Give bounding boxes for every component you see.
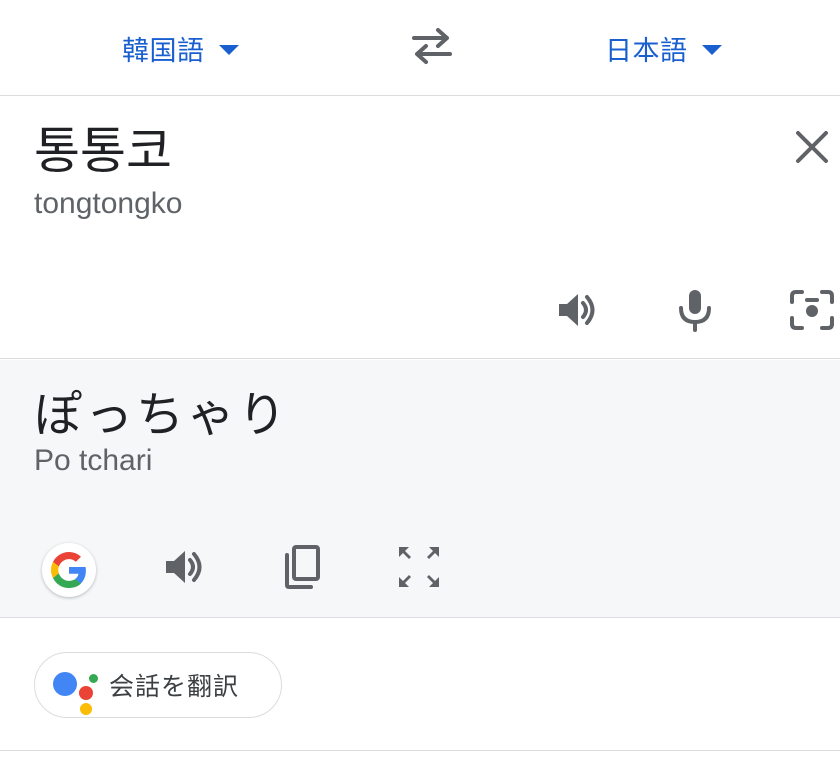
source-language-selector[interactable]: 韓国語	[122, 26, 239, 70]
swap-languages-icon[interactable]	[406, 24, 458, 68]
chevron-down-icon	[218, 45, 239, 55]
result-panel: ぽっちゃり Po tchari	[0, 360, 840, 618]
close-icon[interactable]	[792, 127, 832, 167]
camera-button[interactable]	[788, 285, 838, 335]
translate-conversation-label: 会話を翻訳	[109, 672, 240, 701]
microphone-button[interactable]	[670, 285, 720, 335]
result-text: ぽっちゃり	[34, 387, 290, 443]
source-speaker-button[interactable]	[552, 285, 602, 335]
source-panel: 통통코 tongtongko	[0, 97, 840, 359]
result-transliteration: Po tchari	[34, 444, 153, 477]
translate-conversation-button[interactable]: 会話を翻訳	[34, 652, 282, 718]
source-language-label: 韓国語	[122, 35, 205, 67]
speaker-icon	[166, 551, 202, 583]
conversation-area: 会話を翻訳	[0, 619, 840, 751]
target-language-label: 日本語	[605, 35, 688, 67]
camera-icon	[790, 290, 834, 330]
source-transliteration: tongtongko	[34, 187, 183, 220]
google-icon[interactable]	[42, 543, 96, 597]
target-language-selector[interactable]: 日本語	[605, 26, 722, 70]
microphone-icon	[679, 290, 711, 332]
result-speaker-button[interactable]	[159, 542, 209, 592]
source-text[interactable]: 통통코	[34, 121, 172, 181]
fullscreen-button[interactable]	[394, 542, 444, 592]
speaker-icon	[559, 294, 595, 326]
language-bar: 韓国語 日本語	[0, 0, 840, 96]
fullscreen-icon	[399, 547, 439, 587]
assistant-icon	[51, 660, 101, 715]
copy-icon	[285, 545, 320, 589]
copy-button[interactable]	[276, 542, 326, 592]
chevron-down-icon	[701, 45, 722, 55]
